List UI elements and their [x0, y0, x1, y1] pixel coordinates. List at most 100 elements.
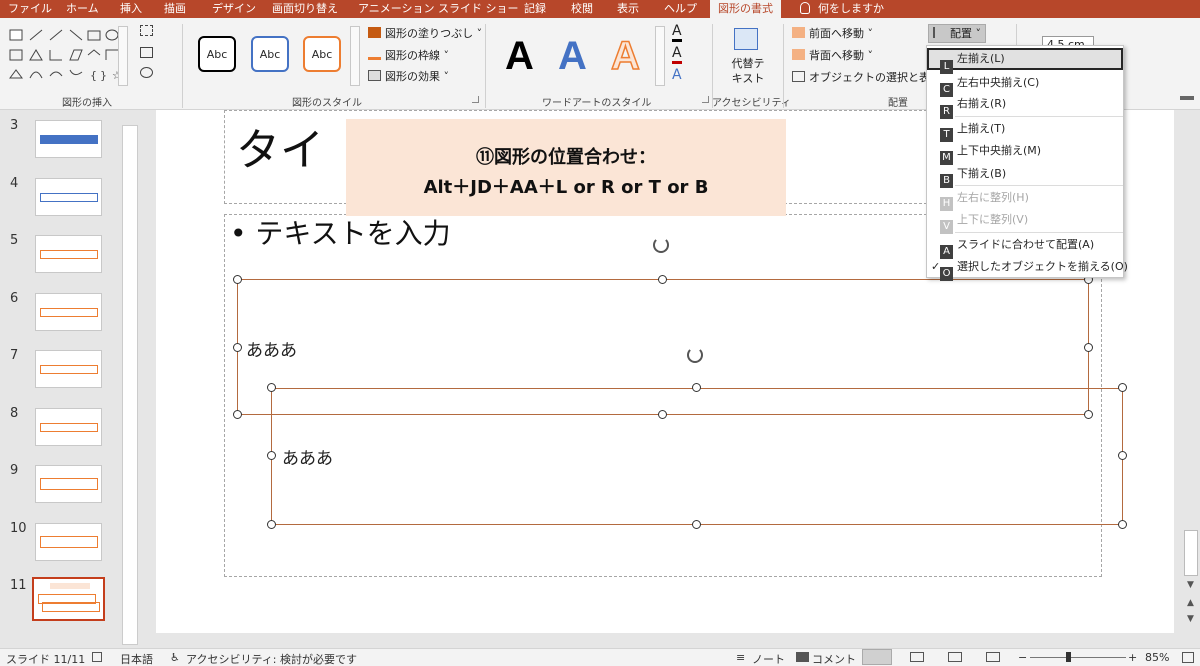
send-backward-button[interactable]: 背面へ移動 ˅ — [792, 48, 873, 63]
menu-item-align-middle[interactable]: 上下中央揃え(M) — [927, 140, 1123, 162]
text-fill-button[interactable]: A — [672, 24, 682, 42]
resize-handle[interactable] — [692, 520, 701, 529]
wordart-style-orange-outline[interactable]: A — [610, 35, 640, 77]
shape-outline-button[interactable]: 図形の枠線 ˅ — [368, 48, 449, 63]
shape-style-black[interactable]: Abc — [198, 36, 236, 72]
shape-style-blue[interactable]: Abc — [251, 36, 289, 72]
slide-thumbnail[interactable] — [35, 465, 102, 503]
zoom-out-icon[interactable]: − — [1018, 651, 1027, 664]
slide-thumbnail[interactable] — [35, 408, 102, 446]
tab-shape-format[interactable]: 図形の書式 — [710, 0, 781, 18]
tab-home[interactable]: ホーム — [66, 0, 99, 18]
wordart-launcher-icon[interactable] — [702, 96, 709, 103]
accessibility-status[interactable]: アクセシビリティ: 検討が必要です — [186, 651, 357, 666]
shape-style-orange[interactable]: Abc — [303, 36, 341, 72]
wordart-style-blue[interactable]: A — [558, 36, 587, 76]
resize-handle[interactable] — [1118, 383, 1127, 392]
slide-scrollbar[interactable]: ▼ ▲ ▼ — [1182, 110, 1200, 648]
menu-item-align-top[interactable]: 上揃え(T) — [927, 118, 1123, 140]
pin-ribbon-icon[interactable] — [1180, 96, 1194, 100]
bring-forward-button[interactable]: 前面へ移動 ˅ — [792, 26, 873, 41]
slide-sorter-view-icon[interactable] — [910, 652, 924, 662]
resize-handle[interactable] — [658, 410, 667, 419]
resize-handle[interactable] — [267, 520, 276, 529]
tab-design[interactable]: デザイン — [212, 0, 256, 18]
wordart-style-black[interactable]: A — [505, 36, 534, 76]
tab-review[interactable]: 校閲 — [571, 0, 593, 18]
tab-insert[interactable]: 挿入 — [120, 0, 142, 18]
slideshow-view-icon[interactable] — [986, 652, 1000, 662]
slide-thumbnail[interactable] — [35, 120, 102, 158]
tab-transitions[interactable]: 画面切り替え — [272, 0, 338, 18]
alt-text-button[interactable]: 代替テ キスト — [728, 56, 768, 86]
edit-shape-button[interactable] — [140, 24, 157, 39]
text-outline-button[interactable]: A — [672, 46, 682, 64]
tab-file[interactable]: ファイル — [8, 0, 52, 18]
slide-thumbnail[interactable] — [35, 178, 102, 216]
zoom-in-icon[interactable]: + — [1128, 651, 1137, 664]
thumbnail-scrollbar[interactable] — [122, 125, 138, 645]
resize-handle[interactable] — [692, 383, 701, 392]
shapes-gallery-scroll[interactable] — [118, 26, 128, 86]
slide-counter[interactable]: スライド 11/11 — [6, 651, 85, 666]
slide-thumbnail[interactable] — [35, 523, 102, 561]
thumbnail-number: 6 — [10, 291, 19, 306]
notes-button[interactable]: ノート — [752, 651, 785, 666]
align-button[interactable]: 配置 ˅ — [928, 24, 986, 43]
shapes-gallery[interactable]: { } ☆ — [8, 28, 132, 86]
tab-record[interactable]: 記録 — [524, 0, 546, 18]
resize-handle[interactable] — [233, 343, 242, 352]
shape-fill-button[interactable]: 図形の塗りつぶし ˅ — [368, 26, 482, 41]
slide-thumbnail[interactable] — [35, 293, 102, 331]
resize-handle[interactable] — [658, 275, 667, 284]
reading-view-icon[interactable] — [948, 652, 962, 662]
shape-effects-button[interactable]: 図形の効果 ˅ — [368, 69, 449, 84]
tell-me-box[interactable]: 何をしますか — [800, 0, 884, 18]
scroll-down-icon[interactable]: ▼ — [1187, 580, 1194, 590]
slide-thumbnail[interactable] — [35, 350, 102, 388]
shape-styles-launcher-icon[interactable] — [472, 96, 479, 103]
resize-handle[interactable] — [1084, 410, 1093, 419]
scrollbar-thumb[interactable] — [1184, 530, 1198, 576]
resize-handle[interactable] — [1084, 343, 1093, 352]
slide-thumbnail-active[interactable] — [32, 577, 105, 621]
slide-thumbnail[interactable] — [35, 235, 102, 273]
next-slide-icon[interactable]: ▼ — [1187, 614, 1194, 624]
tab-help[interactable]: ヘルプ — [664, 0, 697, 18]
resize-handle[interactable] — [233, 410, 242, 419]
menu-item-align-right[interactable]: 右揃え(R) — [927, 93, 1123, 115]
menu-item-align-selected-objects[interactable]: ✓ 選択したオブジェクトを揃える(O) — [927, 256, 1128, 278]
shape-styles-scroll[interactable] — [350, 26, 360, 86]
zoom-slider-thumb[interactable] — [1066, 652, 1071, 662]
tab-view[interactable]: 表示 — [617, 0, 639, 18]
text-box-button[interactable] — [140, 46, 157, 61]
rotate-handle-icon[interactable] — [687, 347, 703, 363]
previous-slide-icon[interactable]: ▲ — [1187, 598, 1194, 608]
menu-item-align-to-slide[interactable]: スライドに合わせて配置(A) — [927, 234, 1123, 256]
menu-item-align-left[interactable]: 左揃え(L) — [927, 48, 1123, 70]
text-effects-button[interactable]: A — [672, 68, 682, 83]
resize-handle[interactable] — [1118, 451, 1127, 460]
selection-pane-button[interactable]: オブジェクトの選択と表示 — [792, 70, 941, 85]
fit-to-window-icon[interactable] — [1182, 652, 1194, 663]
tab-draw[interactable]: 描画 — [164, 0, 186, 18]
menu-item-align-center[interactable]: 左右中央揃え(C) — [927, 72, 1123, 94]
merge-shapes-button[interactable] — [140, 66, 157, 81]
language-indicator[interactable]: 日本語 — [120, 651, 153, 666]
rotate-handle-icon[interactable] — [653, 237, 669, 253]
wordart-scroll[interactable] — [655, 26, 665, 86]
zoom-slider[interactable] — [1030, 657, 1126, 658]
zoom-level[interactable]: 85% — [1145, 651, 1169, 664]
resize-handle[interactable] — [267, 383, 276, 392]
spelling-icon[interactable] — [92, 652, 102, 662]
menu-item-align-bottom[interactable]: 下揃え(B) — [927, 163, 1123, 185]
resize-handle[interactable] — [233, 275, 242, 284]
tab-animations[interactable]: アニメーション — [358, 0, 435, 18]
tab-slideshow[interactable]: スライド ショー — [438, 0, 519, 18]
rectangle-shape-2[interactable] — [271, 388, 1123, 525]
resize-handle[interactable] — [267, 451, 276, 460]
resize-handle[interactable] — [1118, 520, 1127, 529]
comments-button[interactable]: コメント — [812, 651, 856, 666]
normal-view-button[interactable] — [862, 649, 892, 665]
shape-fill-label: 図形の塗りつぶし — [385, 27, 474, 40]
